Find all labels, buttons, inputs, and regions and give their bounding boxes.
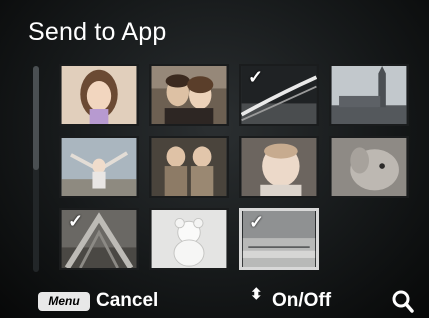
photo-couple-icon (151, 66, 227, 124)
checked-icon: ✓ (249, 212, 265, 232)
thumbnail-1[interactable] (59, 64, 139, 126)
search-icon[interactable] (392, 290, 414, 314)
thumbnail-8[interactable] (329, 136, 409, 198)
checked-icon: ✓ (248, 67, 264, 87)
thumbnail-11[interactable]: ✓ (239, 208, 319, 270)
photo-twins-icon (151, 138, 227, 196)
page-title: Send to App (28, 18, 167, 46)
thumbnail-6[interactable] (149, 136, 229, 198)
scrollbar[interactable] (33, 66, 39, 272)
on-off-label[interactable]: On/Off (272, 290, 331, 312)
menu-button[interactable]: Menu (38, 292, 90, 311)
checked-icon: ✓ (68, 211, 84, 231)
send-to-app-screen: Send to App ✓ ✓ ✓ Menu Cancel ⬍ On/Off (0, 0, 429, 318)
thumbnail-3[interactable]: ✓ (239, 64, 319, 126)
thumbnail-7[interactable] (239, 136, 319, 198)
thumbnail-4[interactable] (329, 64, 409, 126)
photo-girl-icon (61, 66, 137, 124)
thumbnail-9[interactable]: ✓ (59, 208, 139, 270)
scrollbar-thumb[interactable] (33, 66, 39, 170)
thumbnail-2[interactable] (149, 64, 229, 126)
photo-bigben-icon (331, 66, 407, 124)
photo-child-sky-icon (61, 138, 137, 196)
thumbnail-10[interactable] (149, 208, 229, 270)
thumbnail-grid: ✓ ✓ ✓ (59, 64, 415, 272)
photo-baby-icon (241, 138, 317, 196)
cancel-label[interactable]: Cancel (96, 290, 158, 312)
bottom-bar: Menu Cancel ⬍ On/Off (0, 284, 429, 318)
photo-teddy-icon (151, 210, 227, 268)
thumbnail-5[interactable] (59, 136, 139, 198)
photo-dog-icon (331, 138, 407, 196)
up-down-arrows-icon: ⬍ (250, 286, 263, 303)
